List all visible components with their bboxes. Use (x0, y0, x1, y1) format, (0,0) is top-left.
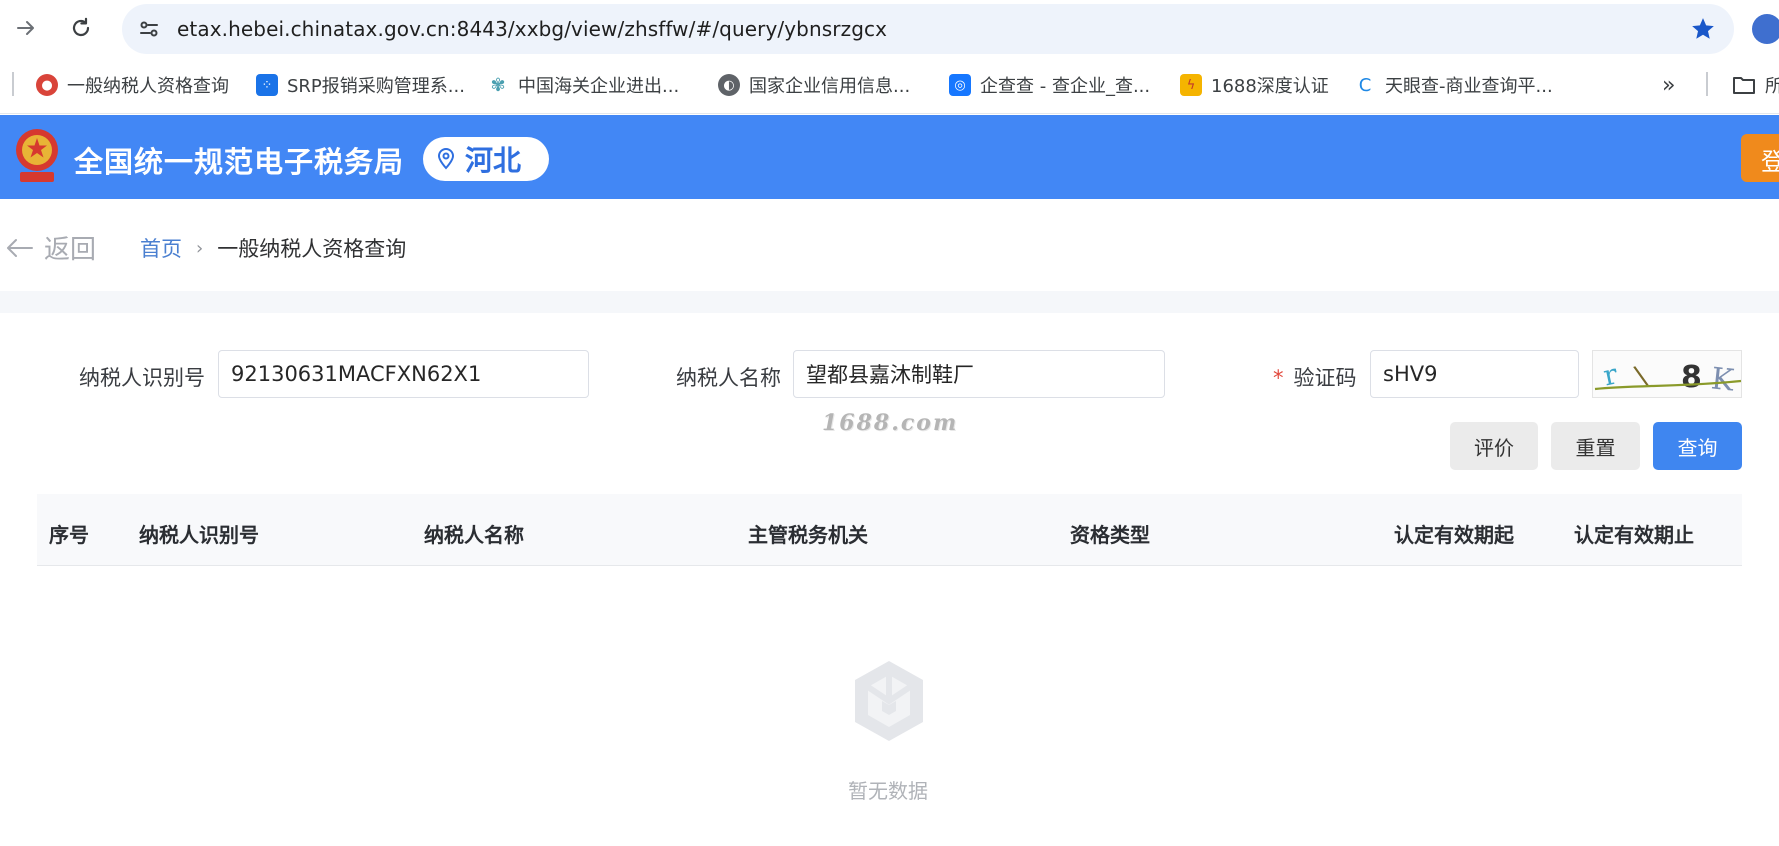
section-divider (0, 291, 1779, 313)
url-text[interactable]: etax.hebei.chinatax.gov.cn:8443/xxbg/vie… (177, 17, 887, 41)
bookmark-label: SRP报销采购管理系... (287, 76, 465, 97)
login-button[interactable]: 登 (1741, 134, 1779, 182)
table-header: 序号 纳税人识别号 纳税人名称 主管税务机关 资格类型 认定有效期起 认定有效期… (37, 494, 1742, 566)
address-bar[interactable]: etax.hebei.chinatax.gov.cn:8443/xxbg/vie… (122, 4, 1734, 54)
bookmark-label: 企查查 - 查企业_查... (980, 76, 1151, 97)
column-header-valid-from: 认定有效期起 (1394, 523, 1514, 547)
bookmark-item[interactable]: ⁘ SRP报销采购管理系... (256, 71, 465, 99)
1688-icon: ϟ (1180, 74, 1202, 96)
back-label: 返回 (44, 235, 97, 265)
site-info-icon[interactable] (132, 12, 166, 46)
svg-text:\: \ (1631, 359, 1651, 393)
taxpayer-id-label: 纳税人识别号 (79, 366, 205, 390)
bookmark-folder-label: 所 (1765, 76, 1779, 97)
bookmarks-divider (12, 72, 14, 96)
qichacha-icon: ◎ (949, 74, 971, 96)
back-button[interactable]: 返回 (6, 229, 96, 266)
chevron-double-right-icon: » (1662, 72, 1676, 98)
column-header-index: 序号 (49, 523, 89, 547)
srp-icon: ⁘ (256, 74, 278, 96)
evaluate-button[interactable]: 评价 (1450, 422, 1538, 470)
column-header-valid-to: 认定有效期止 (1574, 523, 1694, 547)
national-emblem-icon (16, 129, 58, 182)
reload-icon (72, 17, 90, 37)
region-label: 河北 (465, 144, 522, 177)
bookmark-item[interactable]: ◐ 国家企业信用信息... (718, 71, 910, 99)
required-mark: * (1273, 366, 1284, 390)
forward-button[interactable] (8, 10, 44, 46)
bookmarks-bar: ● 一般纳税人资格查询 ⁘ SRP报销采购管理系... ✾ 中国海关企业进出..… (0, 56, 1779, 114)
browser-address-row: etax.hebei.chinatax.gov.cn:8443/xxbg/vie… (0, 0, 1779, 56)
bookmark-label: 一般纳税人资格查询 (67, 76, 229, 97)
empty-box-icon (855, 661, 923, 741)
column-header-taxpayer-name: 纳税人名称 (424, 523, 524, 547)
watermark-text: 1688.com (822, 410, 959, 436)
reload-button[interactable] (63, 10, 99, 46)
breadcrumb: 首页 › 一般纳税人资格查询 (140, 233, 406, 263)
arrow-right-icon (17, 21, 34, 35)
profile-avatar[interactable] (1752, 14, 1779, 44)
folder-icon (1733, 77, 1755, 94)
captcha-input[interactable]: sHV9 (1370, 350, 1579, 398)
breadcrumb-home-link[interactable]: 首页 (140, 233, 182, 263)
empty-state-text: 暂无数据 (848, 779, 928, 803)
taxpayer-id-input[interactable]: 92130631MACFXN62X1 (218, 350, 589, 398)
svg-text:8: 8 (1681, 360, 1702, 395)
column-header-qualification-type: 资格类型 (1070, 523, 1150, 547)
column-header-tax-authority: 主管税务机关 (748, 523, 868, 547)
location-pin-icon (437, 148, 455, 170)
breadcrumb-bar: 返回 首页 › 一般纳税人资格查询 (0, 199, 1779, 291)
breadcrumb-current: 一般纳税人资格查询 (217, 237, 407, 261)
site-title: 全国统一规范电子税务局 (74, 145, 405, 179)
bookmark-label: 1688深度认证 (1211, 76, 1329, 97)
bookmark-label: 中国海关企业进出... (518, 76, 680, 97)
query-button[interactable]: 查询 (1653, 422, 1742, 470)
captcha-label: * 验证码 (1273, 362, 1357, 392)
captcha-image[interactable]: r \ 8 K (1592, 350, 1742, 398)
breadcrumb-separator: › (196, 237, 204, 259)
captcha-label-text: 验证码 (1293, 366, 1357, 390)
bookmark-star-icon[interactable] (1690, 16, 1716, 46)
svg-text:K: K (1709, 361, 1736, 398)
tax-emblem-icon: ● (36, 74, 58, 96)
reset-button[interactable]: 重置 (1551, 422, 1640, 470)
site-header: 全国统一规范电子税务局 河北 登 (0, 115, 1779, 199)
taxpayer-name-label: 纳税人名称 (676, 366, 781, 390)
column-header-taxpayer-id: 纳税人识别号 (139, 523, 259, 547)
taxpayer-name-input[interactable]: 望都县嘉沐制鞋厂 (793, 350, 1165, 398)
bookmark-item[interactable]: C 天眼查-商业查询平... (1354, 71, 1553, 99)
arrow-left-icon (7, 238, 33, 257)
bookmark-label: 天眼查-商业查询平... (1385, 76, 1553, 97)
tianyancha-icon: C (1354, 74, 1376, 96)
bookmark-folder[interactable]: 所 (1732, 71, 1779, 99)
bookmark-label: 国家企业信用信息... (749, 76, 911, 97)
more-bookmarks-button[interactable]: » (1662, 71, 1675, 99)
customs-icon: ✾ (487, 74, 509, 96)
bookmark-item[interactable]: ✾ 中国海关企业进出... (487, 71, 679, 99)
region-selector[interactable]: 河北 (423, 137, 549, 181)
globe-icon: ◐ (718, 74, 740, 96)
bookmark-item[interactable]: ϟ 1688深度认证 (1180, 71, 1329, 99)
bookmarks-divider (1706, 72, 1708, 96)
bookmark-item[interactable]: ● 一般纳税人资格查询 (36, 71, 229, 99)
bookmark-item[interactable]: ◎ 企查查 - 查企业_查... (949, 71, 1150, 99)
